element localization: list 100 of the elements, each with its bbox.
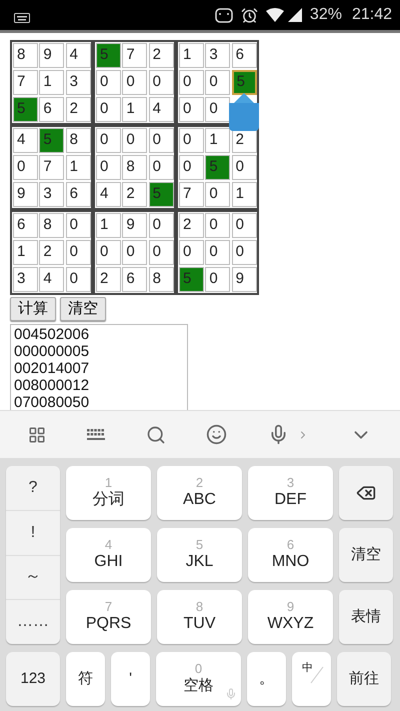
grid-cell[interactable]: 0 — [13, 155, 38, 180]
grid-cell[interactable]: 0 — [96, 240, 121, 265]
apps-icon[interactable] — [28, 426, 46, 444]
grid-cell[interactable]: 0 — [96, 97, 121, 122]
grid-cell[interactable]: 9 — [13, 182, 38, 207]
keyboard-key[interactable]: 6 MNO — [248, 528, 333, 582]
grid-cell[interactable]: 0 — [96, 155, 121, 180]
keyboard-key[interactable]: 符 — [66, 652, 105, 706]
keyboard-key[interactable]: 9 WXYZ — [248, 590, 333, 644]
grid-cell[interactable]: 1 — [66, 155, 91, 180]
symbol-key[interactable]: ? — [6, 466, 60, 510]
grid-cell[interactable]: 2 — [39, 240, 64, 265]
keyboard-icon[interactable] — [86, 428, 105, 440]
grid-cell[interactable]: 3 — [66, 70, 91, 95]
grid-cell[interactable]: 0 — [148, 213, 174, 238]
action-button[interactable]: 清空 — [60, 297, 106, 321]
space-key[interactable]: 0 空格 — [156, 652, 241, 706]
grid-cell[interactable]: 0 — [179, 70, 204, 95]
grid-cell[interactable]: 1 — [96, 213, 121, 238]
grid-cell[interactable]: 6 — [66, 182, 91, 207]
grid-cell[interactable]: 3 — [39, 182, 64, 207]
symbol-key[interactable]: …… — [6, 599, 60, 644]
grid-cell[interactable]: 3 — [13, 267, 38, 292]
keyboard-key[interactable]: 123 — [6, 652, 60, 706]
language-switch-key[interactable]: 中 — [292, 652, 331, 706]
symbol-key[interactable]: ～ — [6, 554, 60, 600]
keyboard-key[interactable]: 前往 — [337, 652, 391, 706]
grid-cell[interactable]: 1 — [232, 182, 257, 207]
grid-cell[interactable]: 7 — [122, 43, 148, 68]
action-button[interactable]: 计算 — [10, 297, 56, 321]
grid-cell[interactable]: 2 — [122, 182, 148, 207]
grid-cell[interactable]: 1 — [179, 43, 204, 68]
grid-cell[interactable]: 7 — [39, 155, 64, 180]
grid-cell[interactable]: 0 — [179, 97, 204, 122]
search-icon[interactable] — [146, 424, 166, 444]
grid-cell[interactable]: 0 — [66, 267, 91, 292]
grid-cell[interactable]: 0 — [96, 128, 121, 153]
grid-cell[interactable]: 0 — [205, 182, 230, 207]
keyboard-key[interactable]: 8 TUV — [157, 590, 242, 644]
keyboard-key[interactable]: 。 — [247, 652, 286, 706]
keyboard-key[interactable]: ' — [111, 652, 150, 706]
grid-cell[interactable]: 1 — [39, 70, 64, 95]
grid-cell[interactable]: 4 — [96, 182, 121, 207]
grid-cell[interactable]: 1 — [13, 240, 38, 265]
grid-cell[interactable]: 4 — [148, 97, 174, 122]
grid-cell[interactable]: 4 — [13, 128, 38, 153]
grid-cell[interactable]: 0 — [148, 155, 174, 180]
keyboard-key[interactable]: 表情 — [339, 590, 393, 644]
grid-cell[interactable]: 0 — [179, 155, 204, 180]
grid-cell[interactable]: 6 — [13, 213, 38, 238]
grid-cell[interactable]: 0 — [205, 240, 230, 265]
emoji-icon[interactable] — [206, 424, 228, 445]
keyboard-key[interactable]: 7 PQRS — [66, 590, 151, 644]
grid-cell[interactable]: 7 — [13, 70, 38, 95]
grid-cell[interactable]: 6 — [39, 97, 64, 122]
grid-cell[interactable]: 0 — [66, 213, 91, 238]
grid-cell[interactable]: 4 — [66, 43, 91, 68]
grid-cell[interactable]: 0 — [122, 128, 148, 153]
keyboard-key[interactable]: 4 GHI — [66, 528, 151, 582]
grid-cell[interactable]: 0 — [205, 70, 230, 95]
grid-cell[interactable]: 2 — [66, 97, 91, 122]
keyboard-key[interactable]: 5 JKL — [157, 528, 242, 582]
grid-cell[interactable]: 8 — [66, 128, 91, 153]
grid-cell[interactable]: 0 — [148, 128, 174, 153]
grid-cell[interactable]: 0 — [205, 97, 230, 122]
grid-cell[interactable]: 0 — [205, 267, 230, 292]
grid-cell[interactable]: 0 — [232, 213, 257, 238]
grid-cell[interactable]: 7 — [179, 182, 204, 207]
grid-cell[interactable]: 6 — [122, 267, 148, 292]
grid-cell[interactable]: 2 — [148, 43, 174, 68]
grid-cell[interactable]: 9 — [39, 43, 64, 68]
grid-cell[interactable]: 3 — [205, 43, 230, 68]
grid-cell[interactable]: 9 — [232, 267, 257, 292]
grid-cell[interactable]: 2 — [96, 267, 121, 292]
grid-cell[interactable]: 8 — [39, 213, 64, 238]
grid-cell[interactable]: 0 — [232, 240, 257, 265]
grid-cell[interactable]: 0 — [205, 213, 230, 238]
grid-cell[interactable]: 8 — [122, 155, 148, 180]
grid-cell[interactable]: 0 — [232, 155, 257, 180]
grid-cell[interactable]: 9 — [122, 213, 148, 238]
grid-cell[interactable]: 0 — [122, 240, 148, 265]
grid-cell[interactable]: 8 — [13, 43, 38, 68]
grid-cell[interactable]: 1 — [122, 97, 148, 122]
keyboard-key[interactable]: 1 分词 — [66, 466, 151, 520]
keyboard-key[interactable]: 2 ABC — [157, 466, 242, 520]
keyboard-key[interactable]: 清空 — [339, 528, 393, 582]
grid-cell[interactable]: 0 — [66, 240, 91, 265]
grid-cell[interactable]: 8 — [148, 267, 174, 292]
selection-handle[interactable] — [228, 93, 259, 131]
grid-cell[interactable]: 0 — [96, 70, 121, 95]
grid-cell[interactable]: 0 — [179, 128, 204, 153]
grid-cell[interactable]: 6 — [232, 43, 257, 68]
grid-cell[interactable]: 0 — [122, 70, 148, 95]
grid-cell[interactable]: 2 — [179, 213, 204, 238]
grid-cell[interactable]: 0 — [148, 70, 174, 95]
grid-cell[interactable]: 0 — [179, 240, 204, 265]
grid-cell[interactable]: 4 — [39, 267, 64, 292]
keyboard-key[interactable]: 3 DEF — [248, 466, 333, 520]
grid-cell[interactable]: 0 — [148, 240, 174, 265]
symbol-key[interactable]: ! — [6, 510, 60, 554]
